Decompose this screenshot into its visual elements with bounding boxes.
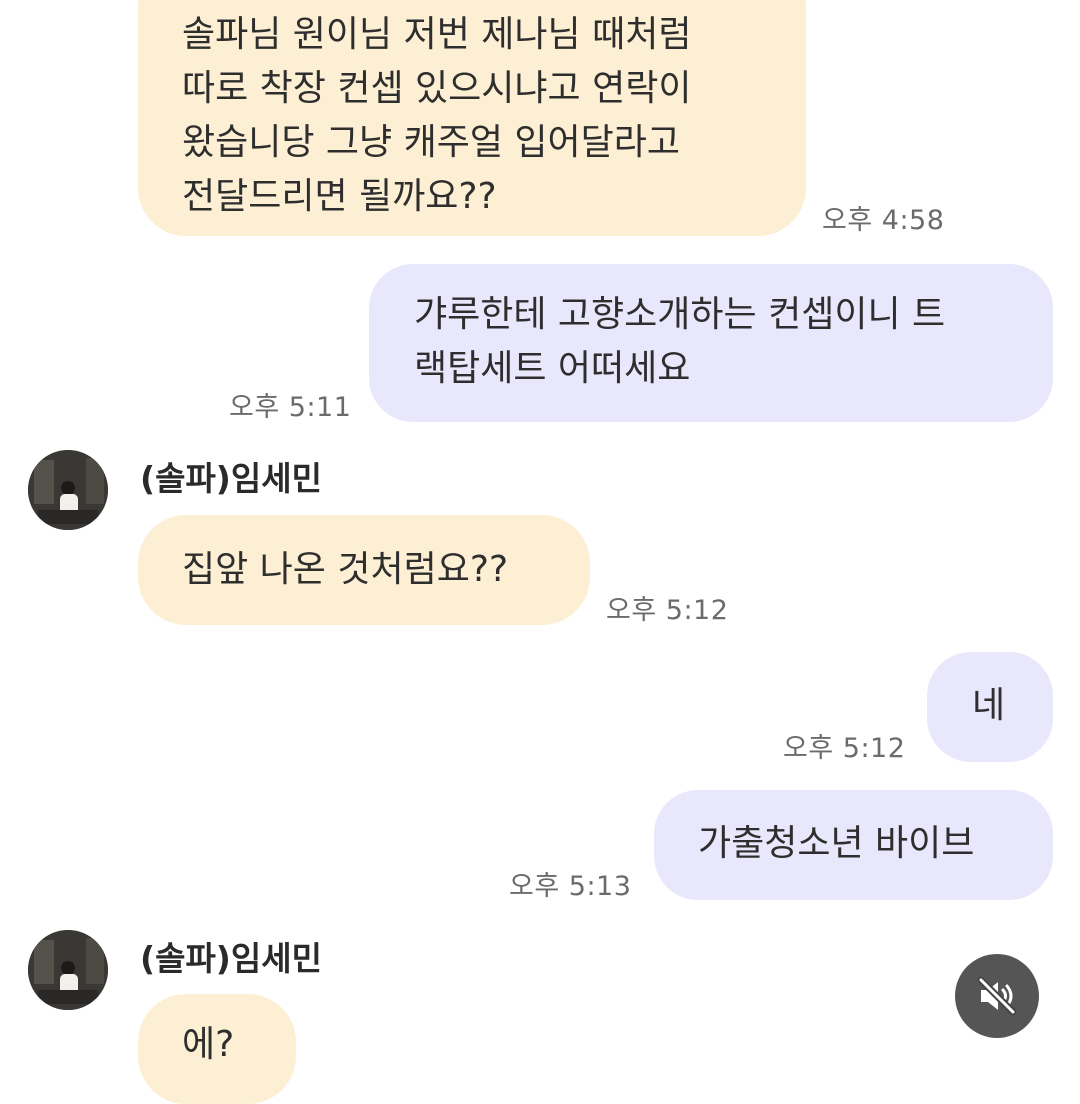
sender-avatar[interactable] (28, 930, 108, 1010)
speaker-muted-icon (977, 976, 1017, 1016)
chat-bubble-incoming[interactable]: 집앞 나온 것처럼요?? (138, 515, 590, 625)
message-timestamp: 오후 5:13 (509, 871, 632, 902)
chat-bubble-incoming[interactable]: 에? (138, 994, 296, 1104)
chat-bubble-outgoing[interactable]: 가출청소년 바이브 (654, 790, 1053, 900)
message-timestamp: 오후 5:12 (783, 733, 906, 764)
chat-bubble-outgoing[interactable]: 갸루한테 고향소개하는 컨셉이니 트 랙탑세트 어떠세요 (369, 264, 1053, 422)
avatar-photo-icon (28, 450, 108, 530)
message-timestamp: 오후 5:12 (606, 595, 729, 626)
message-timestamp: 오후 4:58 (822, 205, 945, 236)
avatar-photo-icon (28, 930, 108, 1010)
chat-bubble-incoming[interactable]: 솔파님 원이님 저번 제나님 때처럼 따로 착장 컨셉 있으시냐고 연락이 왔습… (138, 0, 806, 236)
message-timestamp: 오후 5:11 (229, 392, 352, 423)
sender-name: (솔파)임세민 (140, 459, 322, 498)
sender-name: (솔파)임세민 (140, 939, 322, 978)
mute-toggle-button[interactable] (955, 954, 1039, 1038)
chat-bubble-outgoing[interactable]: 네 (927, 652, 1053, 762)
sender-avatar[interactable] (28, 450, 108, 530)
